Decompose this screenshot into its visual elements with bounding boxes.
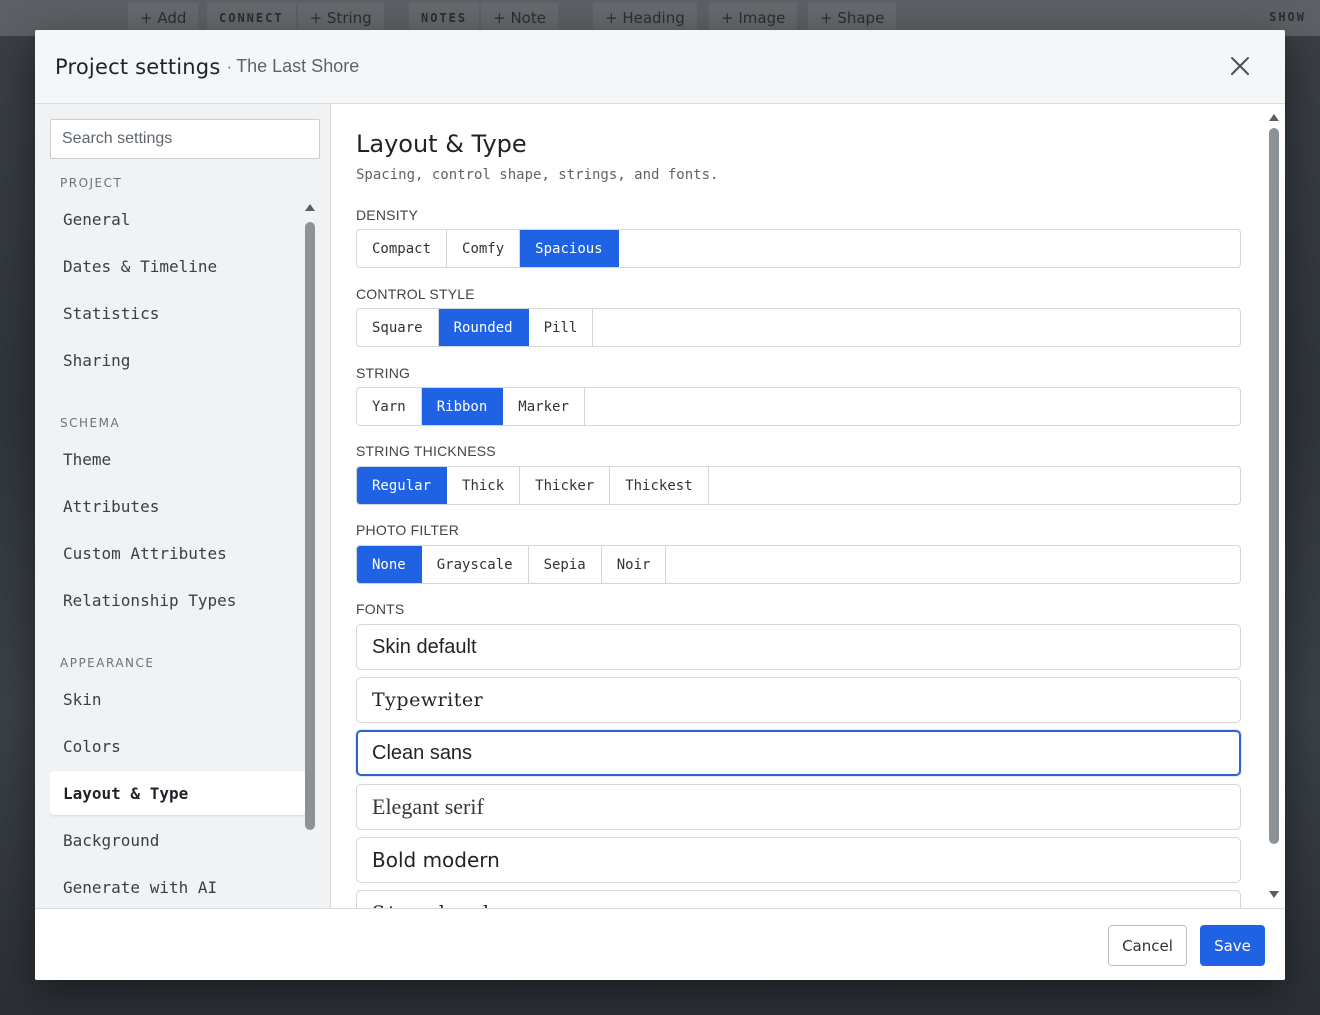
string-thickness-label: STRING THICKNESS: [356, 443, 496, 459]
filter-option-noir[interactable]: Noir: [602, 546, 667, 583]
modal-title: Project settings: [55, 54, 221, 79]
photo-filter-selector: None Grayscale Sepia Noir: [356, 545, 1241, 584]
string-option-ribbon[interactable]: Ribbon: [421, 388, 504, 425]
settings-nav: PROJECT General Dates & Timeline Statist…: [50, 168, 305, 908]
add-button[interactable]: + Add: [128, 3, 199, 33]
font-option-clean-sans[interactable]: Clean sans: [356, 730, 1241, 776]
close-icon: [1231, 57, 1249, 75]
sidebar-item-attributes[interactable]: Attributes: [50, 484, 305, 528]
font-option-storybook[interactable]: Storybook: [356, 890, 1241, 908]
control-style-selector: Square Rounded Pill: [356, 308, 1241, 347]
sidebar-item-sharing[interactable]: Sharing: [50, 338, 305, 382]
thickness-option-thicker[interactable]: Thicker: [520, 467, 611, 504]
string-selector: Yarn Ribbon Marker: [356, 387, 1241, 426]
add-note-button[interactable]: + Note: [481, 3, 558, 33]
sidebar-scrollbar[interactable]: [303, 200, 317, 924]
filter-option-sepia[interactable]: Sepia: [529, 546, 602, 583]
add-image-button[interactable]: + Image: [709, 3, 798, 33]
section-heading-schema: SCHEMA: [60, 416, 121, 430]
sidebar-scroll-thumb[interactable]: [305, 222, 315, 830]
thickness-option-regular[interactable]: Regular: [357, 467, 448, 504]
sidebar-item-custom-attributes[interactable]: Custom Attributes: [50, 531, 305, 575]
page-title: Layout & Type: [356, 130, 527, 158]
sidebar-item-generate-ai[interactable]: Generate with AI: [50, 865, 305, 908]
density-option-compact[interactable]: Compact: [357, 230, 448, 267]
scroll-up-arrow-icon[interactable]: [305, 204, 315, 211]
close-button[interactable]: [1225, 51, 1255, 81]
control-style-option-square[interactable]: Square: [357, 309, 439, 346]
control-style-label: CONTROL STYLE: [356, 286, 475, 302]
sidebar-item-colors[interactable]: Colors: [50, 724, 305, 768]
sidebar-item-relationship-types[interactable]: Relationship Types: [50, 578, 305, 622]
thickness-option-thick[interactable]: Thick: [447, 467, 521, 504]
filter-option-none[interactable]: None: [357, 546, 422, 583]
density-selector: Compact Comfy Spacious: [356, 229, 1241, 268]
sidebar-item-theme[interactable]: Theme: [50, 437, 305, 481]
density-option-comfy[interactable]: Comfy: [447, 230, 521, 267]
font-option-elegant-serif[interactable]: Elegant serif: [356, 784, 1241, 830]
thickness-option-thickest[interactable]: Thickest: [610, 467, 709, 504]
save-button[interactable]: Save: [1200, 925, 1265, 966]
content-scrollbar[interactable]: [1267, 110, 1281, 902]
string-label: STRING: [356, 365, 411, 381]
font-option-skin-default[interactable]: Skin default: [356, 624, 1241, 670]
page-description: Spacing, control shape, strings, and fon…: [356, 167, 719, 183]
fonts-label: FONTS: [356, 601, 405, 617]
modal-footer: Cancel Save: [35, 908, 1285, 980]
section-heading-appearance: APPEARANCE: [60, 656, 155, 670]
density-label: DENSITY: [356, 207, 419, 223]
content-scroll-thumb[interactable]: [1269, 128, 1279, 844]
control-style-option-pill[interactable]: Pill: [529, 309, 594, 346]
sidebar-item-statistics[interactable]: Statistics: [50, 291, 305, 335]
add-string-button[interactable]: + String: [297, 3, 384, 33]
font-option-bold-modern[interactable]: Bold modern: [356, 837, 1241, 883]
settings-sidebar: PROJECT General Dates & Timeline Statist…: [35, 104, 331, 920]
connect-label: CONNECT: [207, 3, 296, 33]
title-separator: ·: [226, 56, 233, 76]
search-settings-input[interactable]: [50, 119, 320, 159]
sidebar-item-general[interactable]: General: [50, 197, 305, 241]
add-shape-button[interactable]: + Shape: [808, 3, 897, 33]
density-option-spacious[interactable]: Spacious: [520, 230, 619, 267]
project-name: The Last Shore: [236, 56, 360, 76]
sidebar-item-dates-timeline[interactable]: Dates & Timeline: [50, 244, 305, 288]
sidebar-item-background[interactable]: Background: [50, 818, 305, 862]
control-style-option-rounded[interactable]: Rounded: [438, 309, 529, 346]
sidebar-item-layout-type[interactable]: Layout & Type: [50, 771, 305, 815]
scroll-down-arrow-icon[interactable]: [1269, 891, 1279, 898]
section-heading-project: PROJECT: [60, 176, 123, 190]
string-option-marker[interactable]: Marker: [503, 388, 585, 425]
scroll-up-arrow-icon[interactable]: [1269, 114, 1279, 121]
sidebar-item-skin[interactable]: Skin: [50, 677, 305, 721]
filter-option-grayscale[interactable]: Grayscale: [422, 546, 529, 583]
photo-filter-label: PHOTO FILTER: [356, 522, 460, 538]
cancel-button[interactable]: Cancel: [1108, 925, 1187, 966]
font-option-typewriter[interactable]: Typewriter: [356, 677, 1241, 723]
string-option-yarn[interactable]: Yarn: [357, 388, 422, 425]
add-heading-button[interactable]: + Heading: [593, 3, 697, 33]
notes-label: NOTES: [409, 3, 480, 33]
settings-content: Layout & Type Spacing, control shape, st…: [331, 104, 1285, 908]
settings-modal: Project settings · The Last Shore PROJEC…: [35, 30, 1285, 980]
show-label[interactable]: SHOW: [1269, 10, 1306, 24]
modal-header: Project settings · The Last Shore: [35, 30, 1285, 104]
string-thickness-selector: Regular Thick Thicker Thickest: [356, 466, 1241, 505]
